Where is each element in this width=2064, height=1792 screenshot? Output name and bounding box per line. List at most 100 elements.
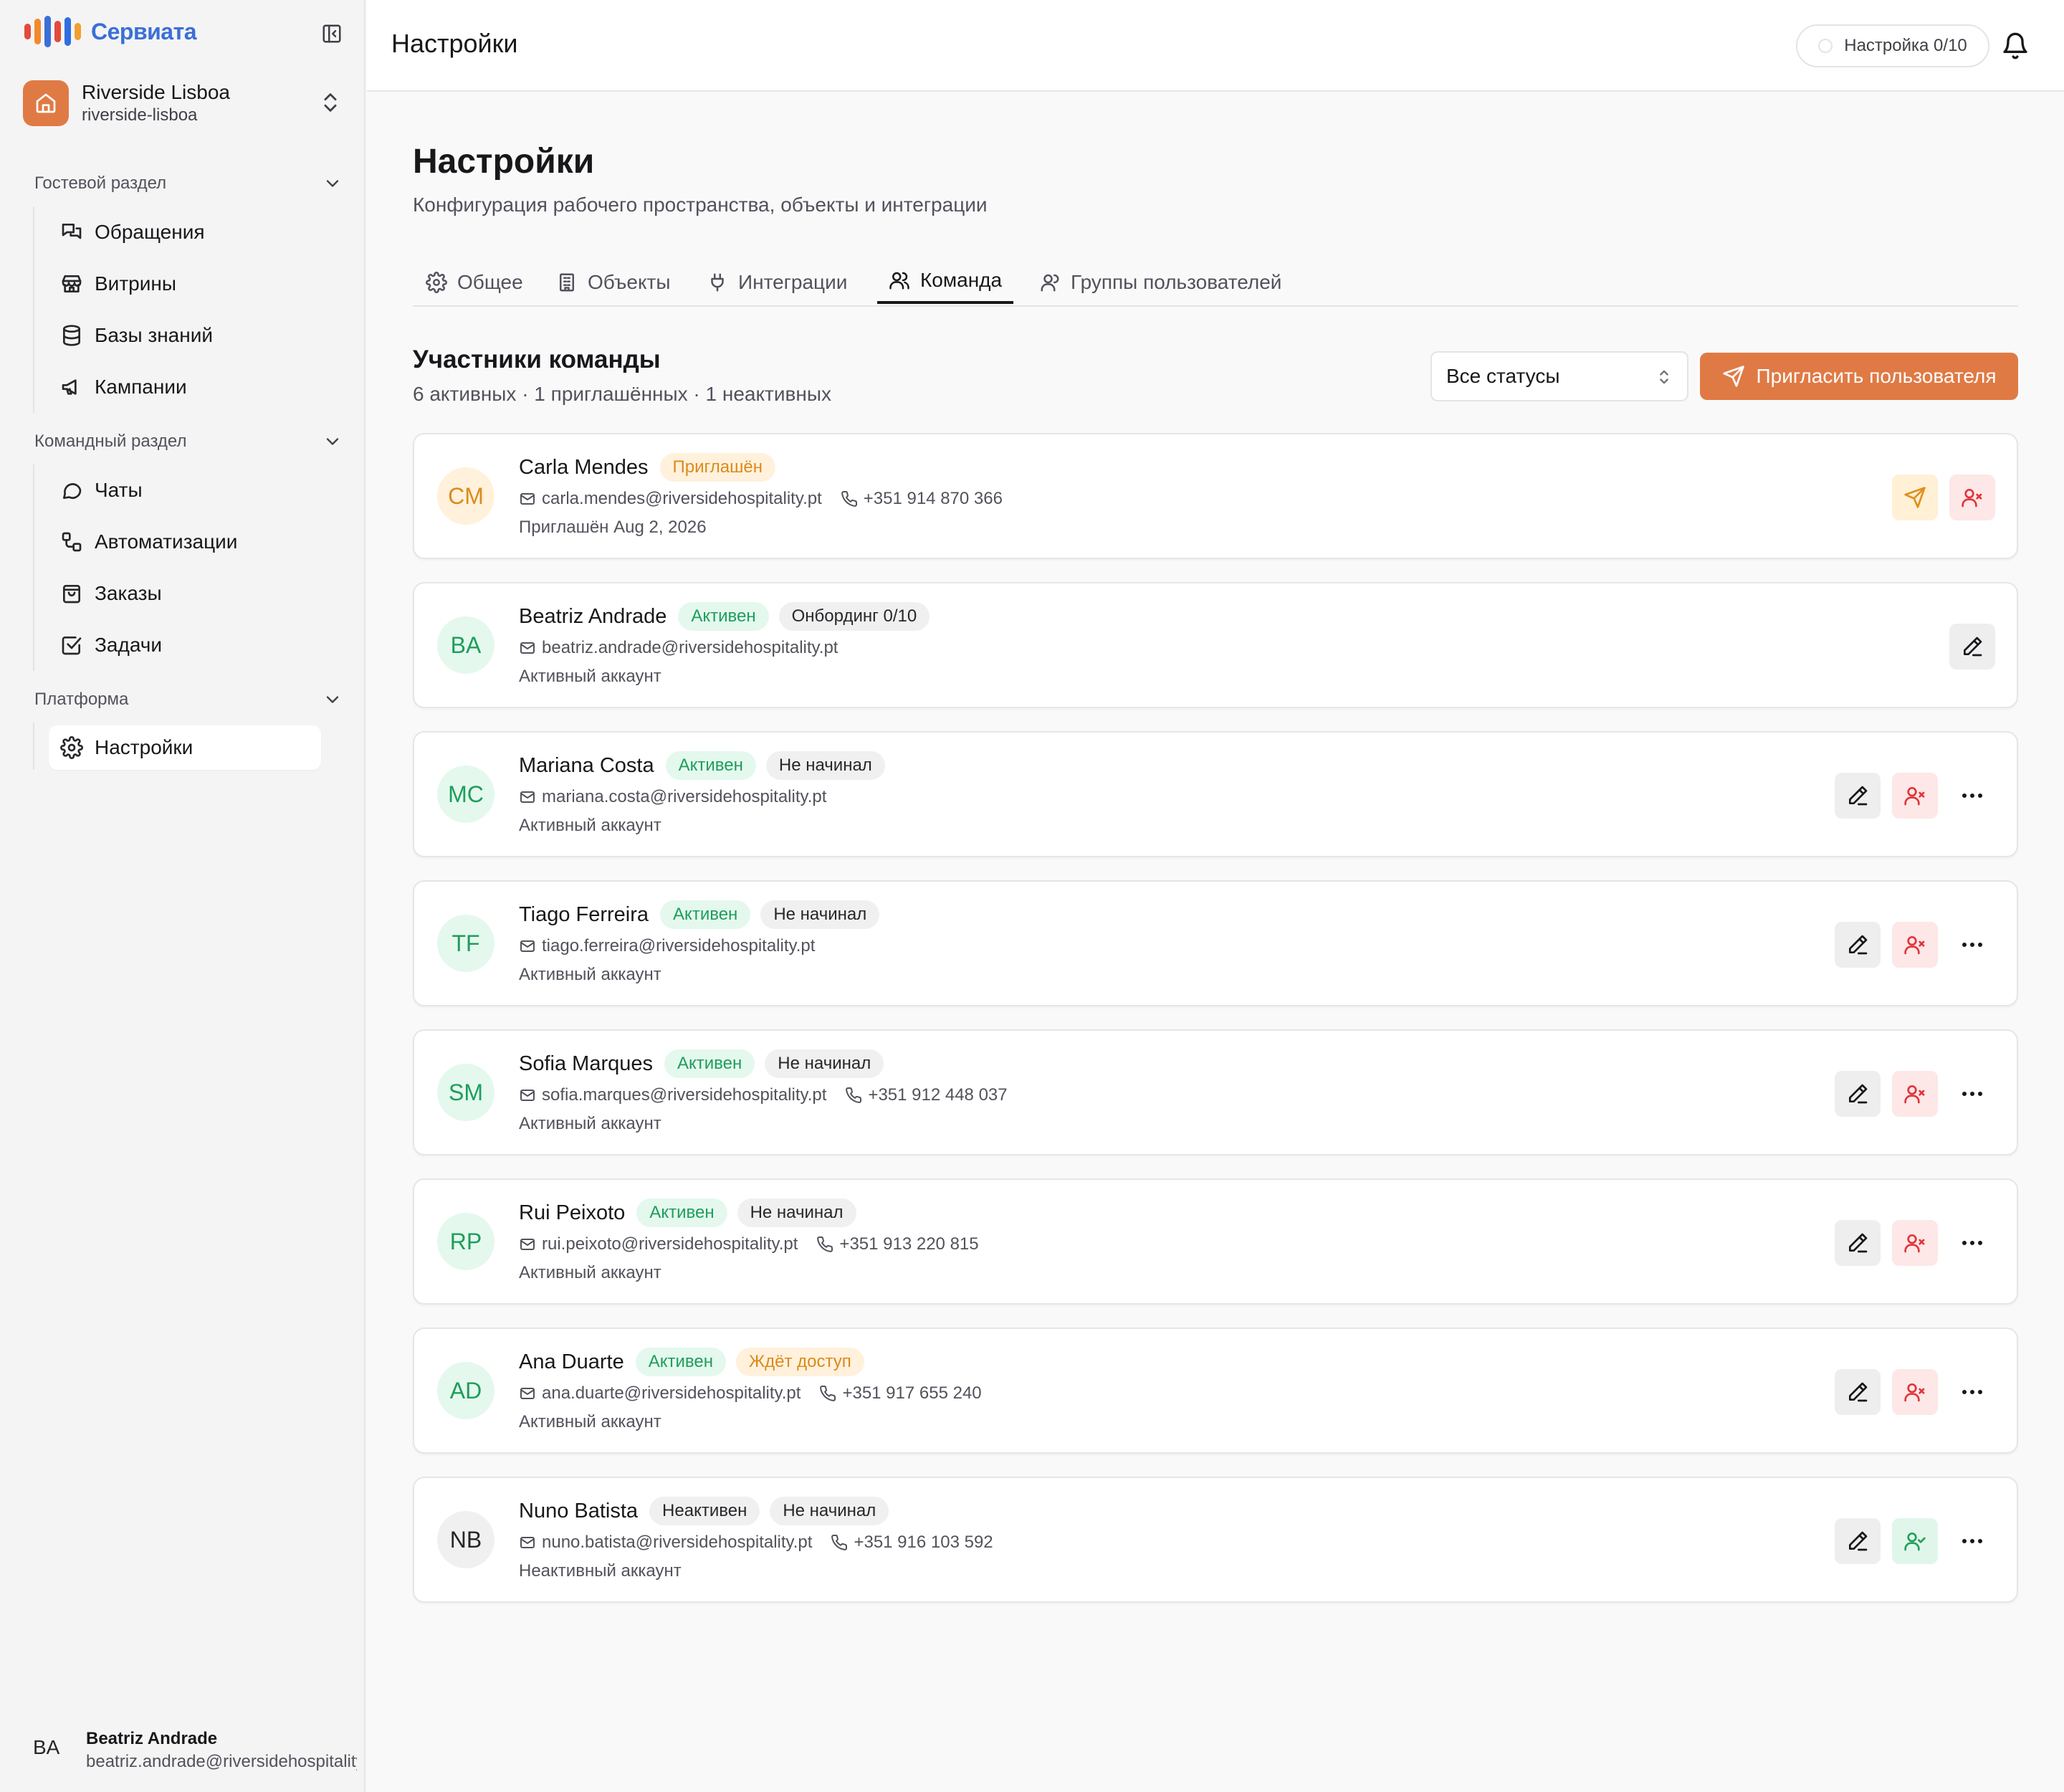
page-title: Настройки — [413, 143, 595, 181]
phone-icon — [816, 1236, 839, 1253]
sidebar-item-automations[interactable]: Автоматизации — [34, 516, 335, 568]
store-icon — [62, 275, 82, 292]
workspace-switcher[interactable]: Riverside Lisboa riverside-lisboa — [23, 77, 343, 129]
member-email: ana.duarte@riversidehospitality.pt — [542, 1383, 801, 1403]
tab-integrations[interactable]: Интеграции — [707, 259, 847, 305]
resend-invite-button[interactable] — [1892, 475, 1938, 520]
member-name: Carla Mendes — [519, 455, 649, 479]
remove-user-button[interactable] — [1892, 922, 1938, 968]
member-card: CM Carla Mendes Приглашён carla.mendes@rive… — [413, 433, 2018, 559]
ellipsis-icon — [1962, 943, 1982, 947]
more-actions-button[interactable] — [1949, 1220, 1995, 1266]
chat-icon — [63, 483, 82, 499]
tab-general[interactable]: Общее — [426, 259, 523, 305]
status-badge: Не начинал — [760, 900, 880, 929]
more-actions-button[interactable] — [1949, 922, 1995, 968]
sidebar: Сервиата Riverside Lisboa riverside-lisb… — [0, 0, 366, 1792]
setup-progress-label: Настройка 0/10 — [1844, 36, 1967, 55]
workspace-name: Riverside Lisboa — [82, 81, 230, 103]
section-guest-toggle[interactable]: Гостевой раздел — [34, 169, 343, 198]
status-badge: Не начинал — [765, 751, 885, 780]
remove-user-button[interactable] — [1892, 1071, 1938, 1117]
sidebar-item-campaigns[interactable]: Кампании — [34, 361, 335, 413]
send-icon — [1903, 486, 1926, 509]
sidebar-item-label: Заказы — [95, 582, 162, 604]
remove-user-button[interactable] — [1892, 1369, 1938, 1415]
sidebar-item-storefronts[interactable]: Витрины — [34, 258, 335, 310]
remove-user-button[interactable] — [1892, 773, 1938, 819]
sidebar-item-requests[interactable]: Обращения — [34, 206, 335, 258]
tab-team[interactable]: Команда — [877, 259, 1014, 304]
phone-icon — [819, 1385, 842, 1402]
member-note: Приглашён Aug 2, 2026 — [519, 518, 707, 537]
remove-user-button[interactable] — [1949, 475, 1995, 520]
checkbox-icon — [62, 637, 82, 655]
more-actions-button[interactable] — [1949, 1518, 1995, 1564]
edit-user-button[interactable] — [1949, 624, 1995, 669]
member-card: BA Beatriz Andrade Активен Онбординг 0/10 be… — [413, 582, 2018, 708]
sidebar-item-label: Кампании — [95, 376, 187, 398]
member-card: RP Rui Peixoto Активен Не начинал rui.peixot… — [413, 1178, 2018, 1305]
sidebar-item-knowledge[interactable]: Базы знаний — [34, 310, 335, 361]
more-actions-button[interactable] — [1949, 1369, 1995, 1415]
avatar: TF — [437, 915, 494, 972]
tab-label: Команда — [920, 269, 1003, 291]
collapse-sidebar-icon[interactable] — [321, 23, 343, 44]
sidebar-item-orders[interactable]: Заказы — [34, 568, 335, 619]
member-email: tiago.ferreira@riversidehospitality.pt — [542, 936, 816, 955]
building-icon — [560, 273, 574, 292]
more-actions-button[interactable] — [1949, 1071, 1995, 1117]
edit-user-button[interactable] — [1835, 1369, 1881, 1415]
member-card: NB Nuno Batista Неактивен Не начинал nuno.ba… — [413, 1477, 2018, 1603]
more-actions-button[interactable] — [1949, 773, 1995, 819]
phone-icon — [831, 1534, 854, 1551]
ellipsis-icon — [1962, 1241, 1982, 1245]
user-x-icon — [1903, 1381, 1926, 1403]
edit-user-button[interactable] — [1835, 922, 1881, 968]
mail-icon — [519, 1385, 542, 1402]
status-filter-select[interactable]: Все статусы — [1430, 351, 1688, 401]
avatar: NB — [437, 1511, 494, 1568]
bell-icon[interactable] — [2001, 32, 2030, 60]
messages-icon — [62, 224, 82, 239]
status-badge: Активен — [664, 1049, 755, 1078]
users-icon — [889, 272, 909, 290]
member-note: Активный аккаунт — [519, 1412, 661, 1431]
member-phone: +351 916 103 592 — [854, 1533, 993, 1552]
workspace-slug: riverside-lisboa — [82, 105, 198, 125]
team-stats: 6 активных · 1 приглашённых · 1 неактивн… — [413, 383, 831, 405]
member-name: Ana Duarte — [519, 1350, 624, 1373]
ellipsis-icon — [1962, 793, 1982, 798]
user-x-icon — [1903, 1231, 1926, 1254]
sidebar-item-settings[interactable]: Настройки — [49, 725, 321, 770]
sidebar-item-label: Чаты — [95, 479, 143, 501]
sidebar-item-chats[interactable]: Чаты — [34, 464, 335, 516]
edit-user-button[interactable] — [1835, 1071, 1881, 1117]
avatar: AD — [437, 1362, 494, 1419]
edit-user-button[interactable] — [1835, 1518, 1881, 1564]
edit-user-button[interactable] — [1835, 773, 1881, 819]
user-profile[interactable]: BA Beatriz Andrade beatriz.andrade@river… — [0, 1706, 364, 1792]
invite-user-button[interactable]: Пригласить пользователя — [1700, 353, 2018, 400]
phone-icon — [845, 1087, 868, 1104]
member-note: Активный аккаунт — [519, 667, 661, 686]
tab-user-groups[interactable]: Группы пользователей — [1039, 259, 1281, 305]
setup-progress-button[interactable]: Настройка 0/10 — [1796, 24, 1989, 67]
section-title: Платформа — [34, 690, 129, 709]
section-title: Командный раздел — [34, 432, 187, 451]
status-badge: Не начинал — [770, 1497, 889, 1525]
remove-user-button[interactable] — [1892, 1220, 1938, 1266]
brand-logo[interactable]: Сервиата — [24, 16, 197, 47]
tab-objects[interactable]: Объекты — [556, 259, 670, 305]
section-platform-toggle[interactable]: Платформа — [34, 685, 343, 714]
brand-name: Сервиата — [91, 18, 197, 44]
edit-user-button[interactable] — [1835, 1220, 1881, 1266]
status-badge: Не начинал — [765, 1049, 884, 1078]
sidebar-item-tasks[interactable]: Задачи — [34, 619, 335, 671]
user-x-icon — [1903, 784, 1926, 807]
sidebar-item-label: Настройки — [95, 736, 194, 758]
user-check-icon — [1903, 1530, 1926, 1553]
section-team-toggle[interactable]: Командный раздел — [34, 427, 343, 456]
activate-user-button[interactable] — [1892, 1518, 1938, 1564]
sidebar-item-label: Витрины — [95, 272, 176, 295]
